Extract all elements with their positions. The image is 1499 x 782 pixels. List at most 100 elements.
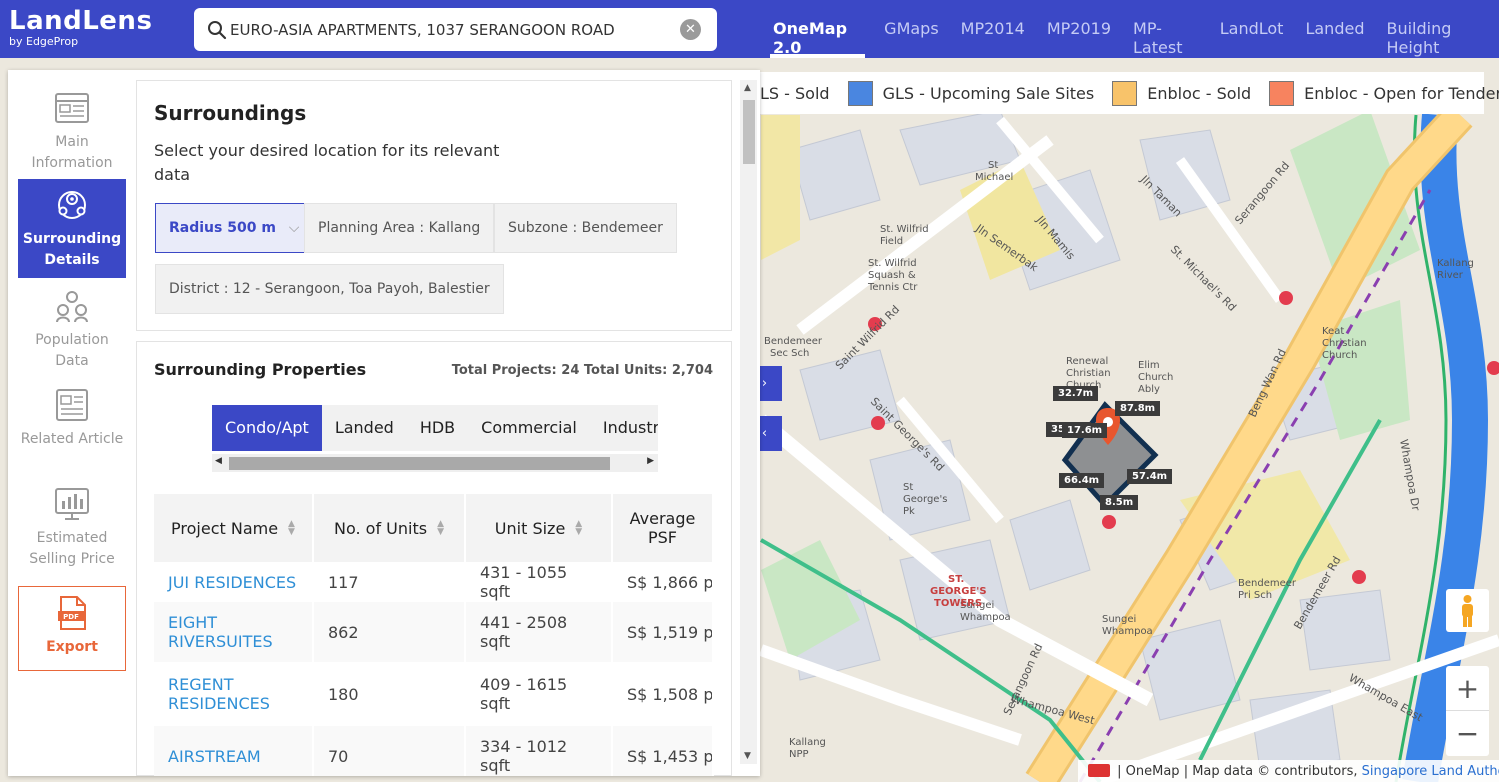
legend-item: GLS - Upcoming Sale Sites: [847, 80, 1095, 106]
article-icon: [56, 389, 88, 421]
svg-text:Pri Sch: Pri Sch: [1238, 590, 1272, 601]
column-header-units[interactable]: No. of Units ▲ ▼: [314, 494, 466, 562]
table-row: EIGHT RIVERSUITES 862 441 - 2508 sqft S$…: [154, 602, 714, 664]
nav-label: Estimated Selling Price: [29, 530, 115, 567]
chevron-down-icon: ⌵: [288, 220, 300, 236]
scroll-right-arrow-icon[interactable]: ▶: [647, 456, 654, 466]
location-network-icon: [58, 191, 86, 219]
export-button[interactable]: PDF Export: [18, 586, 126, 671]
tab-mp-latest[interactable]: MP-Latest: [1122, 0, 1209, 58]
svg-text:Renewal: Renewal: [1066, 356, 1108, 367]
tab-condo-apt[interactable]: Condo/Apt: [212, 405, 322, 451]
svg-text:Church: Church: [1138, 372, 1173, 383]
project-name-link[interactable]: JUI RESIDENCES: [154, 564, 314, 600]
tabs-horizontal-scrollbar[interactable]: ◀ ▶: [212, 454, 658, 472]
column-header-unit-size[interactable]: Unit Size ▲ ▼: [466, 494, 613, 562]
sort-icon[interactable]: ▲ ▼: [575, 520, 582, 537]
panel-vertical-scrollbar[interactable]: ▲ ▼: [740, 80, 757, 764]
svg-text:River: River: [1437, 270, 1464, 281]
tab-onemap[interactable]: OneMap 2.0: [762, 0, 873, 58]
svg-text:Elim: Elim: [1138, 360, 1160, 371]
project-name-link[interactable]: AIRSTREAM: [154, 726, 314, 776]
radius-dropdown[interactable]: Radius 500 m ⌵: [155, 203, 314, 253]
scroll-thumb[interactable]: [229, 457, 610, 470]
svg-text:ST.: ST.: [948, 574, 964, 585]
table-row: AIRSTREAM 70 334 - 1012 sqft S$ 1,453 ps…: [154, 726, 714, 776]
measurement-label: 87.8m: [1115, 401, 1161, 416]
app-logo[interactable]: LandLens by EdgeProp: [9, 6, 152, 48]
scroll-up-arrow-icon[interactable]: ▲: [744, 83, 751, 93]
radius-value: Radius 500 m: [169, 220, 276, 236]
scroll-thumb[interactable]: [743, 100, 755, 164]
column-header-average-psf[interactable]: Average PSF: [613, 494, 714, 562]
nav-label: Surrounding Details: [22, 231, 122, 268]
nav-population-data[interactable]: Population Data: [18, 286, 126, 378]
tab-landlot[interactable]: LandLot: [1209, 0, 1295, 58]
surroundings-title: Surroundings: [154, 101, 307, 125]
svg-text:Bendemeer: Bendemeer: [1238, 578, 1297, 589]
nav-estimated-selling-price[interactable]: Estimated Selling Price: [18, 484, 126, 576]
svg-text:Church: Church: [1322, 350, 1357, 361]
project-name-link[interactable]: REGENT RESIDENCES: [154, 664, 314, 724]
nav-related-article[interactable]: Related Article: [18, 385, 126, 477]
tab-industrial[interactable]: Industrial: [590, 405, 658, 451]
map-layer-tabs: OneMap 2.0 GMaps MP2014 MP2019 MP-Latest…: [762, 0, 1499, 58]
unit-size-cell: 334 - 1012 sqft: [466, 726, 613, 776]
svg-text:Pk: Pk: [903, 506, 915, 517]
legend-swatch: [1112, 80, 1138, 106]
sla-link[interactable]: Singapore Land Authority: [1362, 764, 1499, 779]
panel-sidenav: Main Information Surrounding Details Pop…: [8, 70, 134, 776]
table-row: JUI RESIDENCES 117 431 - 1055 sqft S$ 1,…: [154, 563, 714, 602]
tab-hdb[interactable]: HDB: [407, 405, 468, 451]
svg-text:Christian: Christian: [1322, 338, 1367, 349]
tab-gmaps[interactable]: GMaps: [873, 0, 950, 58]
tab-mp2014[interactable]: MP2014: [950, 0, 1036, 58]
top-bar: LandLens by EdgeProp ✕ OneMap 2.0 GMaps …: [0, 0, 1499, 58]
scroll-left-arrow-icon[interactable]: ◀: [215, 456, 222, 466]
clear-search-icon[interactable]: ✕: [680, 19, 701, 40]
tab-mp2019[interactable]: MP2019: [1036, 0, 1122, 58]
tab-commercial[interactable]: Commercial: [468, 405, 590, 451]
nav-label: Related Article: [20, 431, 124, 447]
column-label: Unit Size: [494, 518, 566, 538]
properties-title: Surrounding Properties: [154, 360, 367, 379]
nav-main-information[interactable]: Main Information: [18, 88, 126, 180]
zoom-out-button[interactable]: −: [1446, 711, 1489, 756]
properties-table: Project Name ▲ ▼ No. of Units ▲ ▼ Unit Siz…: [154, 494, 714, 776]
sort-icon[interactable]: ▲ ▼: [288, 520, 295, 537]
legend-label: LS - Sold: [760, 83, 830, 103]
tab-landed[interactable]: Landed: [1294, 0, 1375, 58]
nav-label: Main Information: [31, 134, 113, 171]
property-type-tabs: Condo/Apt Landed HDB Commercial Industri…: [212, 405, 658, 451]
app-name: LandLens: [9, 6, 153, 36]
svg-text:GEORGE'S: GEORGE'S: [930, 586, 987, 597]
legend-label: Enbloc - Open for Tender: [1304, 83, 1499, 103]
nav-surrounding-details[interactable]: Surrounding Details: [18, 179, 126, 278]
svg-text:Field: Field: [880, 236, 903, 247]
svg-text:Sungei: Sungei: [1102, 614, 1136, 625]
measurement-label: 32.7m: [1053, 386, 1099, 401]
street-view-pegman-icon[interactable]: [1446, 589, 1489, 632]
legend-label: GLS - Upcoming Sale Sites: [882, 83, 1095, 103]
svg-text:Keat: Keat: [1322, 326, 1344, 337]
tab-building-height[interactable]: Building Height: [1375, 0, 1499, 58]
nav-label: Population Data: [35, 332, 109, 369]
svg-text:Kallang: Kallang: [1437, 258, 1474, 269]
measurement-label: 57.4m: [1127, 469, 1173, 484]
legend-item: Enbloc - Sold: [1112, 80, 1251, 106]
search-bar[interactable]: ✕: [194, 8, 717, 51]
sort-icon[interactable]: ▲ ▼: [437, 520, 444, 537]
column-header-project-name[interactable]: Project Name ▲ ▼: [154, 494, 314, 562]
project-name-link[interactable]: EIGHT RIVERSUITES: [154, 602, 314, 662]
zoom-in-button[interactable]: +: [1446, 666, 1489, 711]
search-input[interactable]: [230, 18, 670, 42]
svg-text:St: St: [988, 160, 998, 171]
tab-landed[interactable]: Landed: [322, 405, 407, 451]
nav-label: Export: [46, 639, 98, 655]
onemap-logo-icon: [1088, 764, 1110, 777]
search-icon: [208, 21, 227, 40]
psf-cell: S$ 1,508 psf: [613, 664, 714, 724]
properties-totals: Total Projects: 24 Total Units: 2,704: [451, 363, 713, 378]
scroll-down-arrow-icon[interactable]: ▼: [744, 751, 751, 761]
map-attribution: | OneMap | Map data © contributors, Sing…: [1078, 760, 1499, 782]
